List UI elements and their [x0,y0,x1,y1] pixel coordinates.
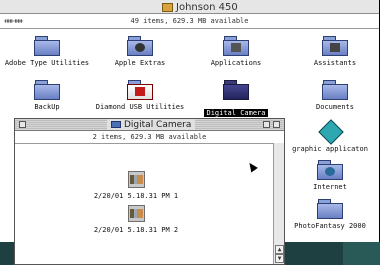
folder-documents[interactable]: Documents [287,80,380,111]
folder-label: Diamond USB Utilities [95,103,185,111]
scroll-down-arrow-icon[interactable]: ▼ [275,254,284,263]
folder-icon [317,160,343,180]
folder-icon [34,36,60,56]
folder-applications[interactable]: Applications [188,36,284,67]
inner-window-title-text: Digital Camera [124,119,192,130]
folder-icon [317,199,343,219]
finder-window: Johnson 450 ᚔᚔ 49 items, 629.3 MB availa… [0,0,380,265]
folder-label: Internet [313,183,347,191]
folder-label: graphic applicaton [292,145,368,153]
folder-label: Assistants [313,59,357,67]
folder-label: Documents [316,103,354,111]
folder-icon [322,80,348,100]
folder-assistants[interactable]: Assistants [287,36,380,67]
window-title-text: Johnson 450 [176,1,238,13]
folder-internet[interactable]: Internet [282,160,378,191]
folder-label-selected: Digital Camera [204,109,268,117]
folder-adobe-type-utilities[interactable]: Adobe Type Utilities [0,36,95,67]
folder-icon [127,80,153,100]
inner-window-title-bar[interactable]: Digital Camera [15,119,284,131]
photo-file-label: 2/20/01 5.18.31 PM 2 [93,226,179,234]
photo-file-1[interactable]: 2/20/01 5.18.31 PM 1 [61,171,211,200]
folder-label: PhotoFantasy 2000 [294,222,366,230]
folder-label: BackUp [34,103,60,111]
zoom-box-icon[interactable] [263,121,270,128]
folder-icon [223,36,249,56]
folder-icon [127,36,153,56]
digital-camera-window: Digital Camera 2 items, 629.3 MB availab… [14,118,285,265]
collapse-box-icon[interactable] [273,121,280,128]
scroll-up-arrow-icon[interactable]: ▲ [275,245,284,254]
folder-photofantasy-2000[interactable]: PhotoFantasy 2000 [282,199,378,230]
folder-icon [322,36,348,56]
photo-file-icon [127,205,145,222]
folder-graphic-applicaton[interactable]: graphic applicaton [282,119,378,153]
window-title-bar[interactable]: Johnson 450 [0,0,379,14]
close-box-icon[interactable] [19,121,26,128]
folder-label: Applications [210,59,262,67]
inner-window-title: Digital Camera [107,119,196,130]
folder-icon [111,121,121,128]
vertical-scrollbar[interactable]: ▲ ▼ [273,143,284,264]
folder-label: Apple Extras [114,59,166,67]
photo-file-2[interactable]: 2/20/01 5.18.31 PM 2 [61,205,211,234]
photo-file-icon [127,171,145,188]
desktop-background-right [343,242,380,265]
window-info-text: 49 items, 629.3 MB available [130,17,249,25]
folder-digital-camera-selected[interactable]: Digital Camera [188,80,284,119]
photo-file-label: 2/20/01 5.18.31 PM 1 [93,192,179,200]
folder-icon [223,80,249,100]
folder-icon [34,80,60,100]
folder-backup[interactable]: BackUp [0,80,95,111]
inner-window-info: 2 items, 629.3 MB available [15,131,284,144]
folder-apple-extras[interactable]: Apple Extras [92,36,188,67]
window-info-bar: ᚔᚔ 49 items, 629.3 MB available [0,14,379,29]
sparkle-icon [318,119,344,145]
folder-diamond-usb-utilities[interactable]: Diamond USB Utilities [92,80,188,111]
window-title: Johnson 450 [158,1,242,13]
disk-icon [162,2,173,12]
folder-label: Adobe Type Utilities [4,59,90,67]
